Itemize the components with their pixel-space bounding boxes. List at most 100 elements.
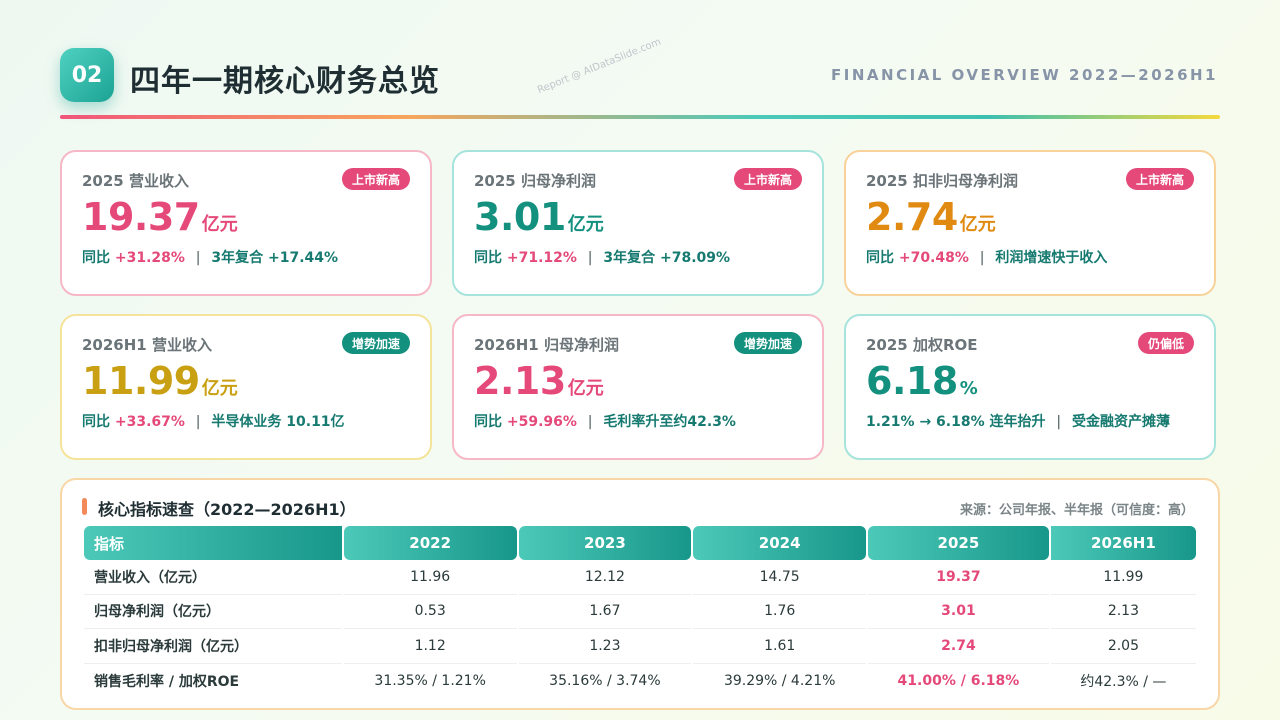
kpi-card-2025-roe: 2025 加权ROE 仍偏低 6.18 % 1.21% → 6.18% 连年抬升… — [844, 314, 1216, 460]
kpi-detail-prefix: 同比 — [82, 414, 110, 430]
kpi-detail: 同比 +59.96% | 毛利率升至约42.3% — [474, 411, 802, 431]
table-cell: 35.16% / 3.74% — [549, 672, 661, 689]
table-cell: 1.12 — [343, 629, 517, 664]
metrics-table: 指标 2022 2023 2024 2025 2026H1 营业收入（亿元） 1… — [82, 526, 1198, 698]
separator: | — [195, 250, 201, 266]
table-cell: 11.99 — [1050, 560, 1196, 595]
kpi-value: 11.99 — [82, 359, 200, 403]
table-cell: 2.05 — [1050, 629, 1196, 664]
kpi-unit: 亿元 — [201, 378, 238, 399]
table-cell: 2.13 — [1050, 595, 1196, 629]
title-accent-bar — [82, 498, 87, 515]
kpi-card-2025-adjusted-profit: 2025 扣非归母净利润 上市新高 2.74 亿元 同比 +70.48% | 利… — [844, 150, 1216, 296]
table-row: 营业收入（亿元） 11.96 12.12 14.75 19.37 11.99 — [84, 560, 1196, 595]
kpi-unit: 亿元 — [201, 214, 238, 235]
separator: | — [587, 250, 593, 266]
table-cell: 39.29% / 4.21% — [723, 672, 836, 689]
table-header-row: 指标 2022 2023 2024 2025 2026H1 — [84, 526, 1196, 560]
table-cell: 12.12 — [518, 560, 692, 595]
kpi-detail: 同比 +33.67% | 半导体业务 10.11亿 — [82, 411, 410, 431]
table-cell: 1.76 — [693, 595, 867, 629]
table-cell: 2.74 — [868, 629, 1049, 664]
table-cell: 1.61 — [693, 629, 867, 664]
table-source: 来源：公司年报、半年报（可信度：高） — [959, 503, 1194, 518]
table-header-cell: 指标 — [84, 526, 342, 560]
table-cell: 31.35% / 1.21% — [374, 672, 486, 689]
table-cell: 1.67 — [518, 595, 692, 629]
kpi-value-row: 3.01 亿元 — [474, 195, 802, 239]
kpi-detail-prefix: 同比 — [866, 250, 894, 266]
kpi-tag: 上市新高 — [1125, 168, 1194, 190]
table-cell: 1.23 — [518, 629, 692, 664]
kpi-value: 3.01 — [474, 195, 566, 239]
table-header-cell: 2024 — [693, 526, 867, 560]
kpi-card-2025-net-profit: 2025 归母净利润 上市新高 3.01 亿元 同比 +71.12% | 3年复… — [452, 150, 824, 296]
table-cell: 营业收入（亿元） — [84, 560, 342, 595]
kpi-detail: 1.21% → 6.18% 连年抬升 | 受金融资产摊薄 — [866, 411, 1194, 431]
kpi-value-row: 2.13 亿元 — [474, 359, 802, 403]
kpi-tag: 上市新高 — [341, 168, 410, 190]
kpi-detail-note: 利润增速快于收入 — [995, 250, 1108, 266]
kpi-value-row: 6.18 % — [866, 359, 1194, 403]
table-cell: 扣非归母净利润（亿元） — [84, 629, 342, 664]
table-cell: 归母净利润（亿元） — [84, 595, 342, 629]
kpi-value-row: 2.74 亿元 — [866, 195, 1194, 239]
kpi-detail: 同比 +31.28% | 3年复合 +17.44% — [82, 247, 410, 267]
watermark: Report @ AIDataSlide.com — [536, 36, 663, 97]
table-header-cell: 2026H1 — [1050, 526, 1196, 560]
page-subtitle: FINANCIAL OVERVIEW 2022—2026H1 — [831, 66, 1218, 84]
kpi-detail-prefix: 1.21% → 6.18% 连年抬升 — [866, 414, 1046, 430]
kpi-value: 19.37 — [82, 195, 200, 239]
table-cell: 41.00% / 6.18% — [897, 672, 1020, 689]
kpi-detail-value: +33.67% — [114, 414, 185, 430]
kpi-tag: 仍偏低 — [1137, 332, 1194, 354]
table-cell: 3.01 — [868, 595, 1049, 629]
kpi-tag: 增势加速 — [341, 332, 410, 354]
kpi-detail-value: +31.28% — [114, 250, 185, 266]
section-number-badge: 02 — [60, 48, 114, 102]
separator: | — [1056, 414, 1062, 430]
table-header-cell: 2025 — [868, 526, 1049, 560]
table-cell: 11.96 — [343, 560, 517, 595]
kpi-detail-value: +59.96% — [506, 414, 577, 430]
kpi-detail-value: +70.48% — [898, 250, 969, 266]
kpi-value-row: 11.99 亿元 — [82, 359, 410, 403]
kpi-unit: 亿元 — [959, 214, 996, 235]
page-title: 四年一期核心财务总览 — [130, 64, 440, 99]
kpi-detail-note: 半导体业务 10.11亿 — [211, 414, 345, 430]
kpi-detail-prefix: 同比 — [474, 414, 502, 430]
separator: | — [195, 414, 201, 430]
kpi-detail: 同比 +71.12% | 3年复合 +78.09% — [474, 247, 802, 267]
kpi-detail: 同比 +70.48% | 利润增速快于收入 — [866, 247, 1194, 267]
kpi-card-2026h1-revenue: 2026H1 营业收入 增势加速 11.99 亿元 同比 +33.67% | 半… — [60, 314, 432, 460]
kpi-detail-note: 3年复合 +17.44% — [211, 250, 339, 266]
metrics-table-panel: 核心指标速查（2022—2026H1） 来源：公司年报、半年报（可信度：高） 指… — [60, 478, 1220, 710]
kpi-tag: 增势加速 — [733, 332, 802, 354]
kpi-detail-prefix: 同比 — [474, 250, 502, 266]
separator: | — [587, 414, 593, 430]
separator: | — [979, 250, 985, 266]
kpi-detail-value: +71.12% — [506, 250, 577, 266]
table-title: 核心指标速查（2022—2026H1） — [98, 500, 356, 519]
table-row: 归母净利润（亿元） 0.53 1.67 1.76 3.01 2.13 — [84, 595, 1196, 629]
table-row: 扣非归母净利润（亿元） 1.12 1.23 1.61 2.74 2.05 — [84, 629, 1196, 664]
kpi-detail-note: 3年复合 +78.09% — [603, 250, 731, 266]
kpi-card-2026h1-net-profit: 2026H1 归母净利润 增势加速 2.13 亿元 同比 +59.96% | 毛… — [452, 314, 824, 460]
table-header-cell: 2023 — [518, 526, 692, 560]
kpi-value: 2.13 — [474, 359, 566, 403]
gradient-divider — [60, 115, 1220, 119]
table-cell: 约42.3% / — — [1080, 673, 1167, 690]
kpi-detail-note: 受金融资产摊薄 — [1071, 414, 1170, 430]
kpi-value: 2.74 — [866, 195, 958, 239]
kpi-unit: % — [959, 378, 978, 399]
table-cell: 销售毛利率 / 加权ROE — [94, 673, 240, 690]
table-row: 销售毛利率 / 加权ROE 31.35% / 1.21% 35.16% / 3.… — [84, 664, 1196, 699]
kpi-card-2025-revenue: 2025 营业收入 上市新高 19.37 亿元 同比 +31.28% | 3年复… — [60, 150, 432, 296]
kpi-detail-note: 毛利率升至约42.3% — [603, 414, 736, 430]
kpi-value: 6.18 — [866, 359, 958, 403]
kpi-value-row: 19.37 亿元 — [82, 195, 410, 239]
table-cell: 19.37 — [868, 560, 1049, 595]
kpi-unit: 亿元 — [567, 378, 604, 399]
table-header-cell: 2022 — [343, 526, 517, 560]
table-cell: 14.75 — [693, 560, 867, 595]
